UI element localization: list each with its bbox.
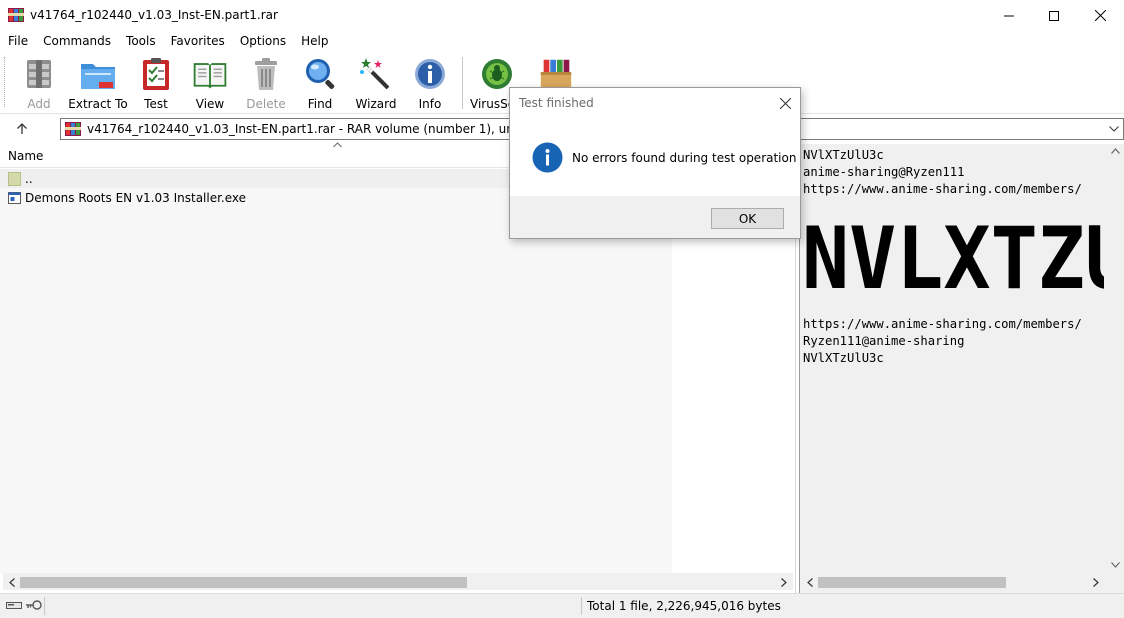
- delete-button[interactable]: Delete: [246, 55, 286, 111]
- comment-scroll-right-arrow[interactable]: [1090, 576, 1102, 588]
- magnifier-icon: [306, 59, 335, 89]
- ascii-art-text: NVLXTZU: [802, 212, 1104, 298]
- maximize-button[interactable]: [1031, 0, 1077, 31]
- dialog-close-button[interactable]: [774, 92, 796, 114]
- extract-to-button[interactable]: Extract To: [68, 55, 128, 111]
- menu-commands[interactable]: Commands: [35, 31, 118, 51]
- parent-folder-label: ..: [25, 171, 33, 186]
- ascii-art-banner: NVLXTZU: [802, 212, 1104, 298]
- wizard-wand-icon: [360, 58, 390, 90]
- minimize-icon: [1004, 15, 1014, 16]
- hscroll-thumb[interactable]: [20, 577, 467, 588]
- comment-line: NVlXTzUlU3c: [803, 351, 884, 365]
- add-archive-icon: [27, 60, 51, 88]
- status-divider: [581, 597, 582, 615]
- scroll-right-arrow[interactable]: [778, 576, 790, 588]
- folder-up-icon: [8, 171, 21, 186]
- extract-to-label: Extract To: [68, 97, 128, 111]
- rar-archive-icon: [65, 122, 81, 136]
- test-button[interactable]: Test: [138, 55, 174, 111]
- wizard-label: Wizard: [355, 97, 397, 111]
- chevron-down-icon: [1109, 126, 1119, 132]
- comment-text-lower: https://www.anime-sharing.com/members/ R…: [803, 316, 1082, 367]
- file-name: Demons Roots EN v1.03 Installer.exe: [25, 190, 247, 205]
- minimize-button[interactable]: [986, 0, 1032, 31]
- view-button[interactable]: View: [188, 55, 232, 111]
- comment-line: NVlXTzUlU3c: [803, 148, 884, 162]
- view-book-icon: [193, 63, 227, 89]
- chevron-left-icon: [9, 577, 15, 587]
- test-label: Test: [144, 97, 168, 111]
- comment-line: https://www.anime-sharing.com/members/: [803, 317, 1082, 331]
- comment-hscrollbar[interactable]: [800, 573, 1107, 590]
- close-button[interactable]: [1077, 0, 1123, 31]
- key-icon[interactable]: [26, 599, 42, 611]
- test-finished-dialog: Test finished No errors found during tes…: [509, 87, 801, 239]
- menu-favorites[interactable]: Favorites: [163, 31, 232, 51]
- chevron-left-icon: [807, 577, 813, 587]
- window-title: v41764_r102440_v1.03_Inst-EN.part1.rar: [30, 8, 278, 22]
- status-divider: [44, 597, 45, 615]
- dialog-message: No errors found during test operation: [572, 151, 797, 165]
- title-bar: v41764_r102440_v1.03_Inst-EN.part1.rar: [0, 0, 1124, 31]
- chevron-up-icon[interactable]: [1111, 148, 1120, 154]
- toolbar-separator: [462, 57, 463, 109]
- test-clipboard-icon: [143, 58, 169, 90]
- add-button[interactable]: Add: [20, 55, 58, 111]
- info-icon: [532, 142, 563, 173]
- chevron-right-icon: [781, 577, 787, 587]
- menu-file[interactable]: File: [0, 31, 35, 51]
- dialog-title: Test finished: [519, 96, 594, 110]
- extract-folder-icon: [81, 64, 115, 89]
- info-icon: [415, 59, 445, 89]
- chevron-right-icon: [1093, 577, 1099, 587]
- info-button[interactable]: Info: [412, 55, 448, 111]
- chevron-down-icon[interactable]: [1111, 562, 1120, 568]
- sort-ascending-icon: [333, 142, 342, 148]
- comment-line: https://www.anime-sharing.com/members/: [803, 182, 1082, 196]
- comment-text: NVlXTzUlU3c anime-sharing@Ryzen111 https…: [803, 147, 1082, 198]
- arrow-up-icon: [17, 123, 27, 134]
- toolbar-grip: [4, 57, 7, 107]
- close-icon: [779, 97, 791, 109]
- info-label: Info: [418, 97, 442, 111]
- menu-bar: File Commands Tools Favorites Options He…: [0, 31, 1124, 51]
- ok-button[interactable]: OK: [711, 208, 784, 229]
- scroll-left-arrow[interactable]: [6, 576, 18, 588]
- trash-icon: [255, 58, 277, 90]
- comment-line: anime-sharing@Ryzen111: [803, 165, 965, 179]
- column-name-label: Name: [8, 149, 44, 163]
- file-list-hscrollbar[interactable]: [3, 573, 793, 590]
- comment-vscrollbar[interactable]: [1107, 144, 1124, 574]
- close-icon: [1094, 10, 1106, 21]
- menu-tools[interactable]: Tools: [118, 31, 163, 51]
- status-total: Total 1 file, 2,226,945,016 bytes: [587, 599, 781, 613]
- view-label: View: [195, 97, 225, 111]
- exe-file-icon: [8, 191, 21, 204]
- dialog-footer: OK: [510, 196, 800, 238]
- menu-options[interactable]: Options: [232, 31, 293, 51]
- maximize-icon: [1049, 10, 1059, 21]
- comment-hscroll-thumb[interactable]: [818, 577, 1006, 588]
- winrar-app-icon[interactable]: [8, 7, 24, 23]
- drive-icon[interactable]: [6, 599, 22, 611]
- status-bar: Total 1 file, 2,226,945,016 bytes: [0, 593, 1124, 618]
- wizard-button[interactable]: Wizard: [356, 55, 396, 111]
- menu-help[interactable]: Help: [293, 31, 335, 51]
- comment-scroll-left-arrow[interactable]: [804, 576, 816, 588]
- add-label: Add: [27, 97, 51, 111]
- delete-label: Delete: [246, 97, 286, 111]
- archive-comment-pane[interactable]: NVlXTzUlU3c anime-sharing@Ryzen111 https…: [799, 144, 1124, 593]
- address-dropdown-button[interactable]: [1107, 122, 1121, 136]
- comment-line: Ryzen111@anime-sharing: [803, 334, 965, 348]
- up-folder-button[interactable]: [12, 120, 32, 138]
- find-label: Find: [307, 97, 333, 111]
- find-button[interactable]: Find: [302, 55, 338, 111]
